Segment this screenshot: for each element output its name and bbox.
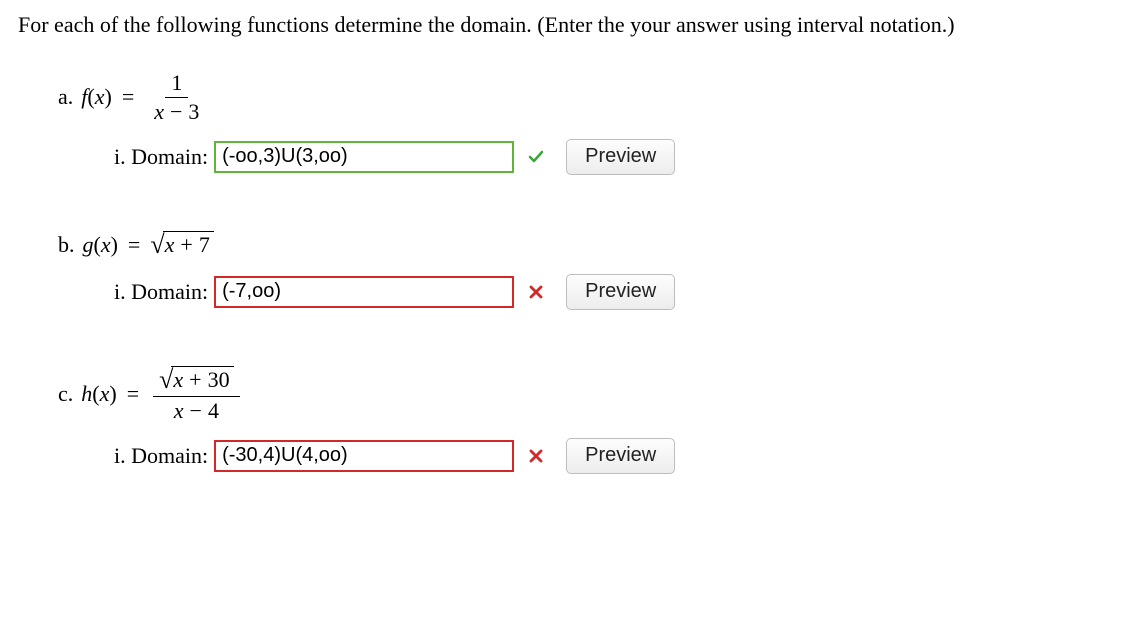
problem-a-expression: a. f(x) = 1 x−3 [58,70,1130,125]
problem-c: c. h(x) = √ x+30 x−4 i. Domain: Preview [58,365,1130,474]
problem-a: a. f(x) = 1 x−3 i. Domain: Preview [58,70,1130,175]
sqrt-c: √ x+30 [159,365,233,395]
domain-label-b: i. Domain: [114,279,208,305]
problem-c-letter: c. [58,381,73,407]
problem-a-letter: a. [58,84,73,110]
problem-b-expression: b. g(x) = √ x+7 [58,230,1130,260]
function-name-g: g [83,232,94,258]
domain-label-c: i. Domain: [114,443,208,469]
check-icon [524,149,548,165]
preview-button-b[interactable]: Preview [566,274,675,310]
domain-input-b[interactable] [214,276,514,308]
problem-b: b. g(x) = √ x+7 i. Domain: Preview [58,230,1130,310]
answer-line-b: i. Domain: Preview [114,274,1130,310]
preview-button-a[interactable]: Preview [566,139,675,175]
fraction-c: √ x+30 x−4 [153,365,239,424]
function-name-h: h [81,381,92,407]
cross-icon [524,285,548,299]
fraction-a: 1 x−3 [148,70,205,125]
problem-c-expression: c. h(x) = √ x+30 x−4 [58,365,1130,424]
preview-button-c[interactable]: Preview [566,438,675,474]
instructions-text: For each of the following functions dete… [18,10,1130,40]
answer-line-c: i. Domain: Preview [114,438,1130,474]
domain-label-a: i. Domain: [114,144,208,170]
problem-b-letter: b. [58,232,75,258]
cross-icon [524,449,548,463]
domain-input-a[interactable] [214,141,514,173]
domain-input-c[interactable] [214,440,514,472]
sqrt-b: √ x+7 [150,230,213,260]
answer-line-a: i. Domain: Preview [114,139,1130,175]
